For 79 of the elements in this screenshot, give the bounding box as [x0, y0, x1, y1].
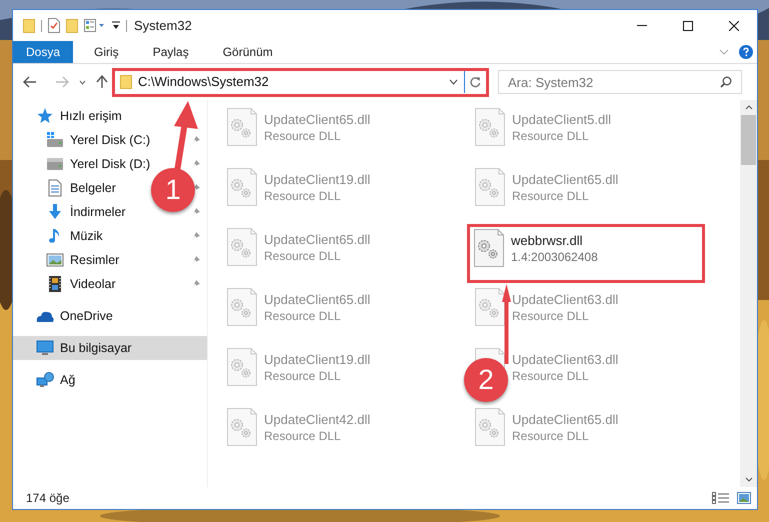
- file-description: Resource DLL: [264, 368, 342, 385]
- properties-icon[interactable]: [84, 19, 106, 32]
- file-description: Resource DLL: [264, 248, 342, 265]
- file-description: Resource DLL: [264, 188, 342, 205]
- scrollbar[interactable]: [740, 100, 757, 487]
- search-icon[interactable]: [720, 76, 732, 88]
- file-description: Resource DLL: [264, 128, 342, 145]
- file-description: Resource DLL: [512, 368, 590, 385]
- dropdown-icon[interactable]: [112, 21, 120, 30]
- chevron-icon[interactable]: [79, 80, 86, 84]
- close-icon: [729, 20, 739, 30]
- file-description: Resource DLL: [512, 188, 590, 205]
- sidebar-item[interactable]: Resimler: [46, 250, 120, 270]
- ribbon-tab[interactable]: Görünüm: [210, 41, 286, 63]
- item-count: 174 öğe: [26, 490, 70, 507]
- scroll-up-icon[interactable]: [744, 105, 752, 110]
- ribbon-tab[interactable]: Paylaş: [140, 41, 202, 63]
- film-icon: [46, 275, 64, 293]
- file-name: UpdateClient65.dll: [264, 111, 370, 128]
- folder-icon: [120, 75, 132, 89]
- file-name: UpdateClient65.dll: [512, 171, 618, 188]
- large-icons-view-icon[interactable]: [737, 492, 751, 504]
- sidebar-item[interactable]: Videolar: [46, 274, 116, 294]
- document-icon: [46, 179, 64, 197]
- file-description: 1.4:2003062408: [511, 249, 598, 266]
- sidebar-item[interactable]: Ağ: [36, 370, 76, 390]
- sidebar-item[interactable]: Yerel Disk (C:): [46, 130, 150, 150]
- drive-icon: [46, 155, 64, 173]
- help-icon[interactable]: [739, 45, 753, 59]
- file-name: UpdateClient19.dll: [264, 171, 370, 188]
- sidebar-item[interactable]: Belgeler: [46, 178, 116, 198]
- details-view-icon[interactable]: [712, 492, 729, 504]
- maximize-icon: [683, 20, 693, 30]
- address-path: C:\Windows\System32: [138, 73, 269, 92]
- file-name: webbrwsr.dll: [511, 232, 584, 249]
- sidebar-item[interactable]: Yerel Disk (D:): [46, 154, 150, 174]
- pin-icon[interactable]: [191, 207, 201, 217]
- ribbon-tab[interactable]: Dosya: [13, 41, 74, 63]
- checklist-icon[interactable]: [48, 18, 60, 33]
- up-icon[interactable]: [96, 75, 108, 89]
- refresh-icon[interactable]: [470, 76, 481, 88]
- network-icon: [36, 371, 54, 389]
- scroll-down-icon[interactable]: [744, 477, 752, 482]
- sidebar-item[interactable]: OneDrive: [36, 306, 113, 326]
- window-title: System32: [134, 16, 192, 35]
- file-description: Resource DLL: [264, 308, 342, 325]
- monitor-icon: [36, 339, 54, 357]
- pin-icon[interactable]: [191, 255, 201, 265]
- star-icon: [36, 107, 54, 125]
- file-description: Resource DLL: [264, 428, 342, 445]
- file-description: Resource DLL: [512, 128, 590, 145]
- sidebar-item[interactable]: Bu bilgisayar: [13, 336, 207, 360]
- file-name: UpdateClient63.dll: [512, 291, 618, 308]
- picture-icon: [46, 251, 64, 269]
- drive-icon: [46, 131, 64, 149]
- back-icon[interactable]: [23, 76, 37, 88]
- minimize-icon: [637, 25, 647, 26]
- scrollbar-thumb[interactable]: [741, 115, 756, 165]
- file-name: UpdateClient19.dll: [264, 351, 370, 368]
- chevron-icon[interactable]: [449, 79, 458, 85]
- pin-icon[interactable]: [191, 159, 201, 169]
- file-name: UpdateClient63.dll: [512, 351, 618, 368]
- file-name: UpdateClient65.dll: [512, 411, 618, 428]
- pin-icon[interactable]: [191, 231, 201, 241]
- file-description: Resource DLL: [512, 308, 590, 325]
- search-field[interactable]: Ara: System32: [498, 70, 742, 94]
- ribbon-tab[interactable]: Giriş: [81, 41, 132, 63]
- file-name: UpdateClient65.dll: [264, 291, 370, 308]
- sidebar-item[interactable]: Müzik: [46, 226, 103, 246]
- pin-icon[interactable]: [191, 279, 201, 289]
- download-icon: [46, 203, 64, 221]
- file-name: UpdateClient5.dll: [512, 111, 612, 128]
- sidebar-item[interactable]: Hızlı erişim: [36, 106, 122, 126]
- pin-icon[interactable]: [191, 135, 201, 145]
- address-field[interactable]: C:\Windows\System32: [115, 70, 486, 94]
- sidebar-item[interactable]: İndirmeler: [46, 202, 126, 222]
- file-name: UpdateClient65.dll: [264, 231, 370, 248]
- file-description: Resource DLL: [512, 428, 590, 445]
- file-name: UpdateClient42.dll: [264, 411, 370, 428]
